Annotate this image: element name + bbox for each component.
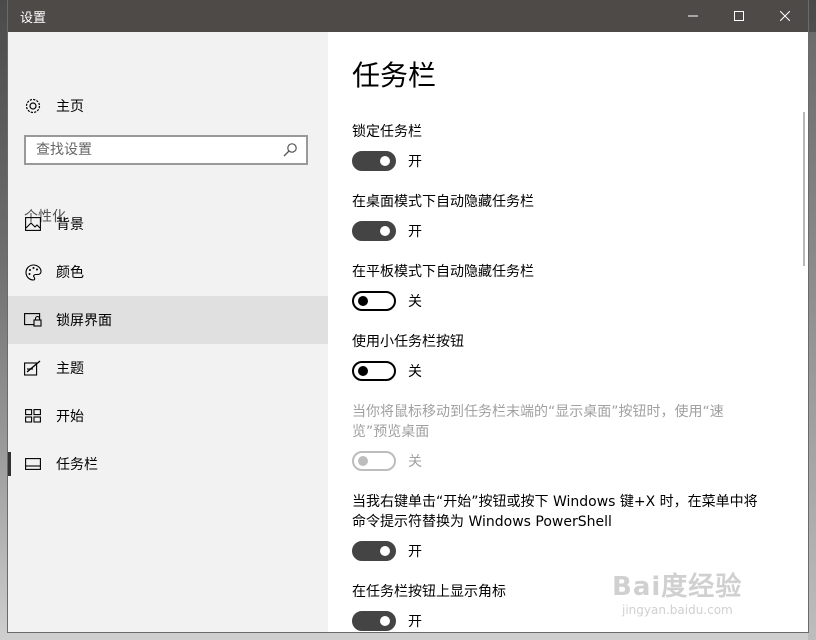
setting-label: 在桌面模式下自动隐藏任务栏	[352, 194, 534, 210]
window-controls	[670, 0, 808, 32]
search-icon[interactable]	[282, 142, 298, 158]
watermark-text: Bai度经验	[612, 572, 743, 602]
picture-icon	[24, 215, 42, 233]
sidebar-item-colors[interactable]: 颜色	[8, 248, 328, 296]
toggle-state-label: 关	[408, 364, 422, 380]
desktop-edge	[808, 32, 816, 640]
page-title: 任务栏	[352, 59, 437, 92]
setting-lock-taskbar: 锁定任务栏 开	[352, 122, 782, 171]
home-nav-item[interactable]: 主页	[24, 94, 84, 118]
watermark-url: jingyan.baidu.com	[622, 603, 733, 617]
sidebar-item-label: 任务栏	[56, 457, 98, 473]
toggle-state-label: 开	[408, 154, 422, 170]
search-input[interactable]	[26, 141, 282, 159]
sidebar-item-label: 颜色	[56, 265, 84, 281]
window-title: 设置	[20, 10, 47, 26]
autohide-tablet-toggle[interactable]	[352, 291, 396, 311]
search-box[interactable]	[24, 135, 308, 165]
maximize-icon	[734, 11, 744, 21]
toggle-state-label: 开	[408, 544, 422, 560]
maximize-button[interactable]	[716, 0, 762, 32]
setting-label-line1: 当我右键单击“开始”按钮或按下 Windows 键+X 时，在菜单中将	[352, 494, 758, 510]
sidebar-item-start[interactable]: 开始	[8, 392, 328, 440]
setting-small-buttons: 使用小任务栏按钮 关	[352, 332, 782, 381]
close-button[interactable]	[762, 0, 808, 32]
toggle-state-label: 开	[408, 224, 422, 240]
theme-icon	[24, 359, 42, 377]
main-content: 任务栏 锁定任务栏 开 在桌面模式下自动隐藏任务栏 开 在平板模式下自动隐藏任务…	[328, 32, 808, 632]
palette-icon	[24, 263, 42, 281]
start-icon	[24, 407, 42, 425]
badges-toggle[interactable]	[352, 611, 396, 631]
small-buttons-toggle[interactable]	[352, 361, 396, 381]
minimize-icon	[688, 15, 698, 17]
setting-label-line2: 览”预览桌面	[352, 424, 430, 440]
toggle-state-label: 开	[408, 614, 422, 630]
gear-icon	[25, 98, 41, 114]
toggle-state-label: 关	[408, 294, 422, 310]
setting-label-line1: 当你将鼠标移动到任务栏末端的“显示桌面”按钮时，使用“速	[352, 404, 724, 420]
peek-toggle	[352, 451, 396, 471]
taskbar-icon	[24, 455, 42, 473]
setting-peek: 当你将鼠标移动到任务栏末端的“显示桌面”按钮时，使用“速 览”预览桌面 关	[352, 402, 782, 471]
sidebar-item-taskbar[interactable]: 任务栏	[8, 440, 328, 488]
watermark: Bai度经验 jingyan.baidu.com	[612, 566, 772, 626]
autohide-desktop-toggle[interactable]	[352, 221, 396, 241]
sidebar-item-themes[interactable]: 主题	[8, 344, 328, 392]
lock-taskbar-toggle[interactable]	[352, 151, 396, 171]
powershell-toggle[interactable]	[352, 541, 396, 561]
setting-autohide-tablet: 在平板模式下自动隐藏任务栏 关	[352, 262, 782, 311]
scrollbar[interactable]	[803, 112, 805, 266]
sidebar-item-label: 背景	[56, 217, 84, 233]
toggle-state-label: 关	[408, 454, 422, 470]
setting-label: 使用小任务栏按钮	[352, 334, 464, 350]
setting-powershell: 当我右键单击“开始”按钮或按下 Windows 键+X 时，在菜单中将 命令提示…	[352, 492, 782, 561]
close-icon	[780, 11, 790, 21]
home-label: 主页	[56, 99, 84, 115]
settings-window: 设置 主页 个性化	[8, 0, 808, 632]
sidebar-item-label: 锁屏界面	[56, 313, 112, 329]
lock-screen-icon	[24, 311, 42, 329]
sidebar: 主页 个性化 背景 颜色 锁屏界面	[8, 32, 328, 632]
sidebar-item-lock-screen[interactable]: 锁屏界面	[8, 296, 328, 344]
setting-label-line2: 命令提示符替换为 Windows PowerShell	[352, 514, 612, 530]
setting-autohide-desktop: 在桌面模式下自动隐藏任务栏 开	[352, 192, 782, 241]
title-bar[interactable]: 设置	[8, 0, 808, 32]
minimize-button[interactable]	[670, 0, 716, 32]
setting-label: 在平板模式下自动隐藏任务栏	[352, 264, 534, 280]
sidebar-item-label: 主题	[56, 361, 84, 377]
sidebar-item-label: 开始	[56, 409, 84, 425]
setting-label: 锁定任务栏	[352, 124, 422, 140]
sidebar-item-background[interactable]: 背景	[8, 200, 328, 248]
